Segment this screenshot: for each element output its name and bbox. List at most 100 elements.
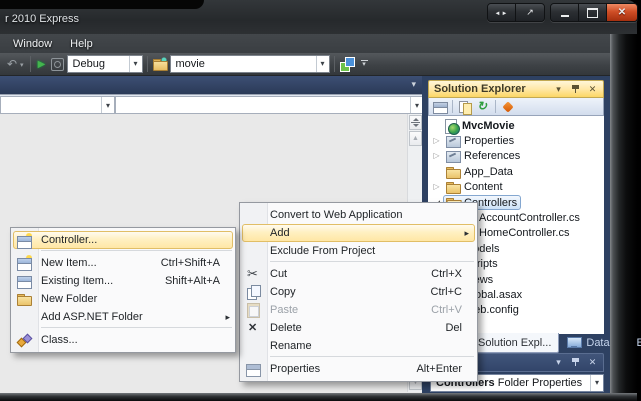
close-icon [618, 7, 626, 18]
class-icon [16, 332, 32, 348]
database-explorer-icon [566, 336, 583, 350]
expand-arrow-icon[interactable]: ▷ [430, 182, 443, 192]
new-folder-icon [16, 291, 32, 307]
existing-item-icon [16, 273, 32, 289]
search-combobox[interactable]: movie [169, 55, 330, 73]
screenshot: r 2010 Express WindowHelp ↶ ▾ ▶ Debug mo… [0, 0, 641, 401]
delete-icon [245, 320, 261, 336]
menu-item-class[interactable]: Class... [11, 331, 235, 349]
solution-explorer-title: Solution Explorer [434, 83, 526, 95]
popout-icon [526, 7, 534, 18]
menubar-item-window[interactable]: Window [4, 36, 61, 52]
maximize-icon [587, 8, 598, 18]
solution-explorer-titlebar[interactable]: Solution Explorer [428, 80, 604, 98]
menu-item-existing-item[interactable]: Existing Item... Shift+Alt+A [11, 272, 235, 290]
minimize-button[interactable] [551, 4, 579, 21]
editor-navigation-bar [0, 94, 424, 114]
tree-item-app-data[interactable]: App_Data [428, 164, 604, 179]
menu-item-controller[interactable]: Controller... [13, 231, 233, 249]
menu-item-new-item[interactable]: New Item... Ctrl+Shift+A [11, 254, 235, 272]
cut-icon [245, 266, 261, 282]
window-position-icon[interactable] [552, 83, 565, 96]
se-toolbar-separator [495, 100, 496, 113]
submenu-arrow-icon: ▸ [225, 311, 230, 322]
copy-icon [245, 284, 261, 300]
tree-item-properties[interactable]: ▷ Properties [428, 133, 604, 149]
popout-button[interactable] [516, 4, 544, 21]
extension-icon[interactable] [339, 56, 355, 72]
menu-item-cut[interactable]: Cut Ctrl+X [240, 265, 477, 283]
folder-icon [445, 179, 461, 195]
chevron-down-icon[interactable] [315, 56, 329, 72]
controller-icon [16, 233, 32, 249]
references-icon [445, 148, 461, 164]
scroll-up-button[interactable] [409, 131, 422, 146]
menu-item-paste[interactable]: Paste Ctrl+V [240, 301, 477, 319]
folder-icon [445, 164, 461, 180]
dock-arrows-button[interactable] [488, 4, 516, 21]
chevron-down-icon[interactable] [101, 97, 114, 113]
auto-hide-pin-icon[interactable] [569, 83, 582, 96]
undo-icon[interactable]: ↶ [4, 56, 20, 72]
tree-item-content[interactable]: ▷ Content [428, 180, 604, 195]
close-panel-icon[interactable] [586, 83, 599, 96]
new-item-icon [16, 255, 32, 271]
dock-arrows-icon [495, 8, 509, 17]
caption-button-group-left [487, 3, 545, 22]
properties-icon [245, 361, 261, 377]
menu-item-delete[interactable]: Delete Del [240, 319, 477, 337]
auto-hide-pin-icon[interactable] [569, 356, 582, 369]
se-toolbar-properties[interactable] [432, 99, 448, 115]
find-in-folder-icon[interactable] [151, 56, 168, 72]
menu-item-new-folder[interactable]: New Folder [11, 290, 235, 308]
caption-button-group-right [550, 3, 638, 22]
tree-item-mvcmovie[interactable]: MvcMovie [428, 118, 604, 135]
menu-item-copy[interactable]: Copy Ctrl+C [240, 283, 477, 301]
close-panel-icon[interactable] [586, 356, 599, 369]
se-toolbar-class-diagram[interactable] [500, 99, 516, 115]
chevron-down-icon[interactable] [590, 375, 603, 391]
members-combobox[interactable] [115, 96, 424, 114]
window-title: r 2010 Express [5, 13, 79, 25]
close-button[interactable] [607, 4, 637, 21]
solution-explorer-toolbar [428, 98, 604, 116]
window-frame-bottom [0, 393, 637, 401]
add-submenu: Controller... New Item... Ctrl+Shift+A E… [10, 227, 236, 353]
toolbar-overflow-icon[interactable] [361, 60, 368, 68]
window-frame-right [610, 28, 637, 393]
expand-arrow-icon[interactable]: ▷ [430, 151, 443, 161]
tabstrip-chevron-icon[interactable] [411, 79, 416, 90]
properties-node-icon [445, 133, 461, 149]
types-combobox[interactable] [0, 96, 115, 114]
navigate-icon[interactable] [49, 56, 65, 72]
toolbar-separator [29, 56, 31, 72]
search-value: movie [175, 58, 205, 70]
menu-item-convert-to-web-application[interactable]: Convert to Web Application [240, 206, 477, 224]
se-toolbar-refresh[interactable] [475, 99, 491, 115]
se-toolbar-separator [452, 100, 453, 113]
menu-item-add[interactable]: Add ▸ [242, 224, 475, 242]
splitter-handle[interactable] [409, 115, 422, 130]
document-tabstrip [0, 76, 424, 94]
undo-dropdown-icon[interactable]: ▾ [20, 61, 24, 69]
menu-item-rename[interactable]: Rename [240, 337, 477, 355]
submenu-arrow-icon: ▸ [464, 227, 469, 238]
chevron-down-icon[interactable] [128, 56, 142, 72]
debug-configuration-combobox[interactable]: Debug [66, 55, 143, 73]
run-icon[interactable]: ▶ [35, 59, 49, 70]
menu-item-exclude-from-project[interactable]: Exclude From Project [240, 242, 477, 260]
window-position-icon[interactable] [552, 356, 565, 369]
web-project-icon [443, 118, 460, 135]
menubar-item-help[interactable]: Help [61, 36, 102, 52]
menu-item-properties[interactable]: Properties Alt+Enter [240, 360, 477, 378]
maximize-button[interactable] [579, 4, 607, 21]
expand-arrow-icon[interactable]: ▷ [430, 136, 443, 146]
se-toolbar-show-all-files[interactable] [457, 99, 473, 115]
paste-icon [245, 302, 261, 318]
toolbar: ↶ ▾ ▶ Debug movie [0, 53, 637, 76]
tree-item-references[interactable]: ▷ References [428, 149, 604, 164]
toolbar-separator [146, 56, 148, 72]
minimize-icon [561, 9, 569, 17]
menu-item-add-aspnet-folder[interactable]: Add ASP.NET Folder ▸ [11, 308, 235, 326]
toolbar-separator [333, 56, 335, 72]
